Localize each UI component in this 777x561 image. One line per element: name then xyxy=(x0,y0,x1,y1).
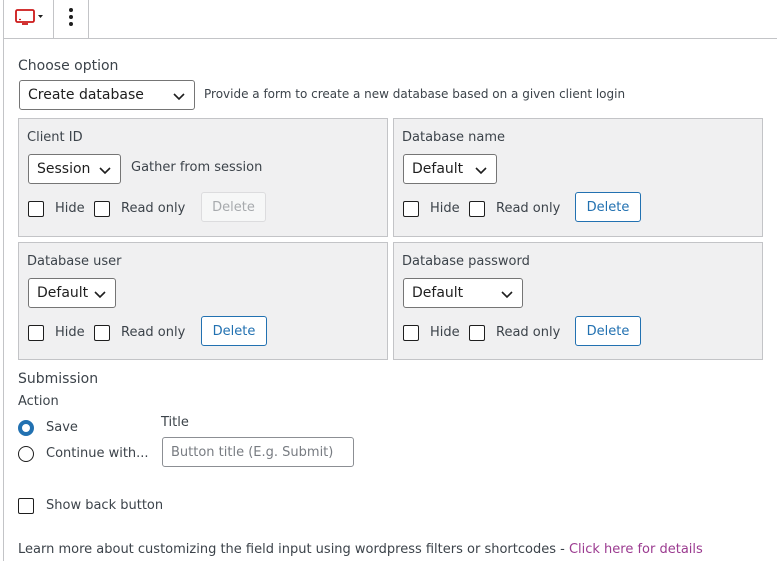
field-title: Database name xyxy=(402,130,506,145)
action-radio-continue[interactable] xyxy=(18,446,34,462)
hide-checkbox[interactable] xyxy=(403,325,419,341)
hide-label: Hide xyxy=(55,201,85,216)
show-back-button-label: Show back button xyxy=(46,498,164,513)
hide-label: Hide xyxy=(430,325,460,340)
read-only-checkbox[interactable] xyxy=(94,201,110,217)
monitor-icon xyxy=(14,8,44,30)
show-back-button-checkbox[interactable] xyxy=(18,498,34,514)
delete-button[interactable]: Delete xyxy=(201,316,267,346)
client-id-note: Gather from session xyxy=(131,160,263,175)
toolbar-divider xyxy=(88,0,89,38)
editor-left-border xyxy=(3,0,4,561)
field-panel-database-user: Database user Default Hide Read only Del… xyxy=(18,242,388,360)
title-label: Title xyxy=(161,415,189,430)
action-option-continue-label: Continue with... xyxy=(46,446,149,461)
hide-label: Hide xyxy=(55,325,85,340)
choose-option-value: Create database xyxy=(28,87,144,103)
select-value: Session xyxy=(37,161,91,177)
client-id-source-select[interactable]: Session xyxy=(28,154,121,184)
details-link[interactable]: Click here for details xyxy=(569,542,703,557)
field-panel-database-password: Database password Default Hide Read only… xyxy=(393,242,763,360)
button-title-placeholder: Button title (E.g. Submit) xyxy=(171,444,334,460)
hide-checkbox[interactable] xyxy=(403,201,419,217)
read-only-label: Read only xyxy=(121,201,186,216)
delete-button[interactable]: Delete xyxy=(201,192,266,222)
delete-button[interactable]: Delete xyxy=(575,316,641,346)
chevron-down-icon xyxy=(475,167,487,175)
chevron-down-icon xyxy=(173,93,185,101)
read-only-checkbox[interactable] xyxy=(469,201,485,217)
action-label: Action xyxy=(18,394,59,409)
select-value: Default xyxy=(412,285,464,301)
read-only-label: Read only xyxy=(496,325,561,340)
footer-help: Learn more about customizing the field i… xyxy=(18,542,703,557)
delete-button[interactable]: Delete xyxy=(575,192,641,222)
more-vertical-icon xyxy=(68,7,74,31)
choose-option-select[interactable]: Create database xyxy=(19,80,195,110)
field-panel-database-name: Database name Default Hide Read only Del… xyxy=(393,118,763,237)
choose-option-label: Choose option xyxy=(18,58,119,74)
read-only-label: Read only xyxy=(121,325,186,340)
hide-label: Hide xyxy=(430,201,460,216)
chevron-down-icon xyxy=(99,167,111,175)
submission-heading: Submission xyxy=(18,371,99,387)
read-only-checkbox[interactable] xyxy=(94,325,110,341)
button-title-input[interactable]: Button title (E.g. Submit) xyxy=(162,437,354,467)
database-user-select[interactable]: Default xyxy=(28,278,116,308)
chevron-down-icon xyxy=(94,291,106,299)
select-value: Default xyxy=(37,285,89,301)
chevron-down-icon xyxy=(501,291,513,299)
block-toolbar xyxy=(4,0,777,39)
field-title: Database user xyxy=(27,254,122,269)
field-panel-client-id: Client ID Session Gather from session Hi… xyxy=(18,118,388,237)
hide-checkbox[interactable] xyxy=(28,201,44,217)
select-value: Default xyxy=(412,161,464,177)
field-title: Client ID xyxy=(27,130,83,145)
footer-help-text: Learn more about customizing the field i… xyxy=(18,542,569,557)
hide-checkbox[interactable] xyxy=(28,325,44,341)
block-type-button[interactable] xyxy=(4,0,53,38)
read-only-checkbox[interactable] xyxy=(469,325,485,341)
choose-option-description: Provide a form to create a new database … xyxy=(204,87,626,101)
action-radio-save[interactable] xyxy=(18,420,34,436)
database-password-select[interactable]: Default xyxy=(403,278,523,308)
action-option-save-label: Save xyxy=(46,420,78,435)
read-only-label: Read only xyxy=(496,201,561,216)
database-name-select[interactable]: Default xyxy=(403,154,497,184)
more-options-button[interactable] xyxy=(54,0,88,38)
field-title: Database password xyxy=(402,254,530,269)
